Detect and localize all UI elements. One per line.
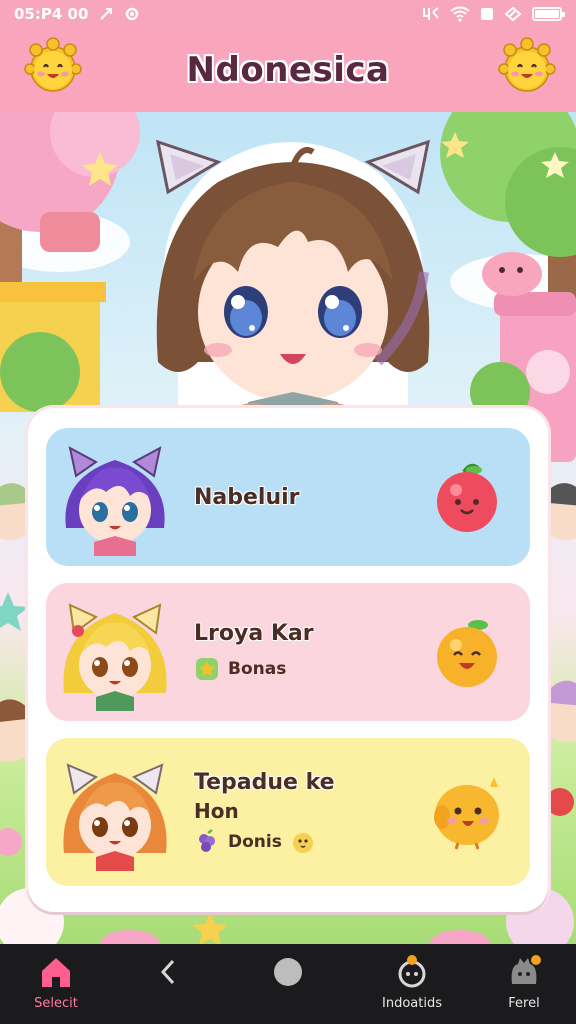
character-name: Lroya Kar — [194, 621, 314, 646]
card-text: Nabeluir — [194, 485, 300, 510]
apple-icon — [428, 458, 506, 536]
gear-icon — [124, 6, 140, 22]
back-icon — [148, 952, 188, 992]
star-icon — [194, 656, 220, 682]
character-card[interactable]: Nabeluir — [46, 428, 530, 566]
chick-mini-icon — [290, 829, 316, 855]
circle-home-icon — [268, 952, 308, 992]
character-name: Nabeluir — [194, 484, 300, 510]
tag-label: Donis — [228, 832, 282, 852]
nav-item-profile[interactable]: Ferel — [494, 952, 554, 1018]
orange-icon — [428, 613, 506, 691]
nav-item-label: Ferel — [508, 996, 540, 1011]
usb-icon — [422, 6, 440, 22]
sun-mascot-icon[interactable] — [496, 36, 558, 98]
home-button[interactable] — [266, 952, 310, 1018]
battery-icon — [532, 7, 565, 21]
back-button[interactable] — [146, 952, 190, 1018]
signal-icon — [504, 6, 522, 22]
grape-icon — [194, 829, 220, 855]
character-name: Tepadue ke — [194, 770, 335, 795]
chick-icon — [428, 773, 506, 851]
cat-icon — [504, 952, 544, 992]
square-icon — [480, 7, 494, 21]
character-subtitle: Hon — [194, 799, 239, 823]
nav-item-characters[interactable]: Indoatids — [366, 952, 458, 1018]
app-header: Ndonesica — [0, 28, 576, 112]
bottom-navigation: Selecit Indoatids Ferel — [0, 944, 576, 1024]
card-text: Lroya Kar Bonas — [194, 621, 314, 686]
nav-item-home[interactable]: Selecit — [18, 952, 94, 1018]
navigation-icon — [98, 6, 114, 22]
character-card[interactable]: Tepadue ke Hon Donis — [46, 738, 530, 886]
character-avatar — [56, 753, 174, 871]
nav-item-label: Selecit — [34, 996, 78, 1011]
home-icon — [36, 952, 76, 992]
tag-label: Bonas — [228, 659, 287, 679]
page-title: Ndonesica — [186, 50, 390, 90]
character-list-panel: Nabeluir Lroya Kar Bonas Tepadue ke Hon … — [28, 408, 548, 912]
hero-character-illustration — [138, 122, 448, 434]
status-time: 05:P4 00 — [14, 5, 89, 23]
character-card[interactable]: Lroya Kar Bonas — [46, 583, 530, 721]
character-avatar — [56, 593, 174, 711]
wifi-icon — [450, 6, 470, 22]
nav-item-label: Indoatids — [382, 996, 442, 1011]
status-bar: 05:P4 00 — [0, 0, 576, 28]
card-text: Tepadue ke Hon Donis — [194, 770, 335, 859]
sun-mascot-icon[interactable] — [22, 36, 84, 98]
character-avatar — [56, 438, 174, 556]
bonus-tag: Donis — [194, 829, 316, 855]
character-icon — [392, 952, 432, 992]
bonus-tag: Bonas — [194, 656, 286, 682]
